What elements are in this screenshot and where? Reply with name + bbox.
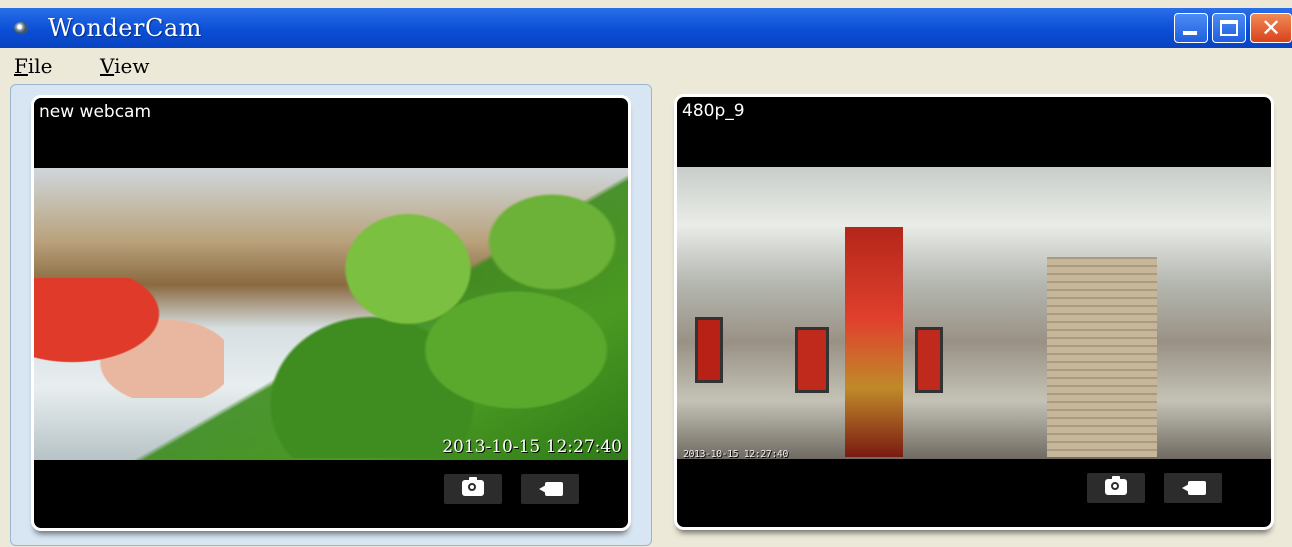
- camera-pane-selected[interactable]: new webcam 2013-10-15 12:27:40: [10, 84, 652, 546]
- snapshot-button[interactable]: [444, 474, 502, 504]
- video-timestamp: 2013-10-15 12:27:40: [683, 449, 788, 460]
- video-feed[interactable]: 2013-10-15 12:27:40: [677, 167, 1271, 460]
- record-button[interactable]: [1164, 473, 1222, 503]
- video-content-poster: [915, 327, 943, 393]
- video-camera-icon: [1182, 481, 1206, 495]
- video-camera-icon: [539, 482, 563, 496]
- video-content-banner: [845, 227, 903, 457]
- camera-card[interactable]: new webcam 2013-10-15 12:27:40: [31, 95, 631, 531]
- camera-name: new webcam: [39, 102, 152, 122]
- maximize-icon: [1220, 20, 1238, 36]
- video-content-poster: [795, 327, 829, 393]
- video-content-person: [34, 278, 224, 398]
- close-button[interactable]: ✕: [1250, 13, 1292, 43]
- camera-icon: [1105, 476, 1127, 495]
- menu-file[interactable]: File: [14, 54, 53, 78]
- minimize-button[interactable]: [1174, 13, 1208, 43]
- camera-pane[interactable]: 480p_9 2013-10-15 12:27:40: [660, 84, 1290, 546]
- close-icon: ✕: [1260, 14, 1282, 42]
- video-timestamp: 2013-10-15 12:27:40: [442, 437, 622, 457]
- app-webcam-icon: [14, 22, 28, 34]
- camera-icon: [462, 477, 484, 496]
- menu-view[interactable]: View: [100, 54, 149, 78]
- window-title: WonderCam: [48, 14, 202, 42]
- video-content-tile-wall: [1047, 257, 1157, 457]
- title-bar[interactable]: WonderCam ✕: [0, 8, 1292, 48]
- camera-name: 480p_9: [682, 101, 745, 121]
- video-content-poster: [695, 317, 723, 383]
- snapshot-button[interactable]: [1087, 473, 1145, 503]
- menu-bar: File View: [0, 48, 1292, 82]
- maximize-button[interactable]: [1212, 13, 1246, 43]
- record-button[interactable]: [521, 474, 579, 504]
- minimize-icon: [1183, 31, 1197, 35]
- camera-card[interactable]: 480p_9 2013-10-15 12:27:40: [674, 94, 1274, 530]
- video-feed[interactable]: 2013-10-15 12:27:40: [34, 168, 628, 460]
- video-content-plant: [264, 188, 624, 458]
